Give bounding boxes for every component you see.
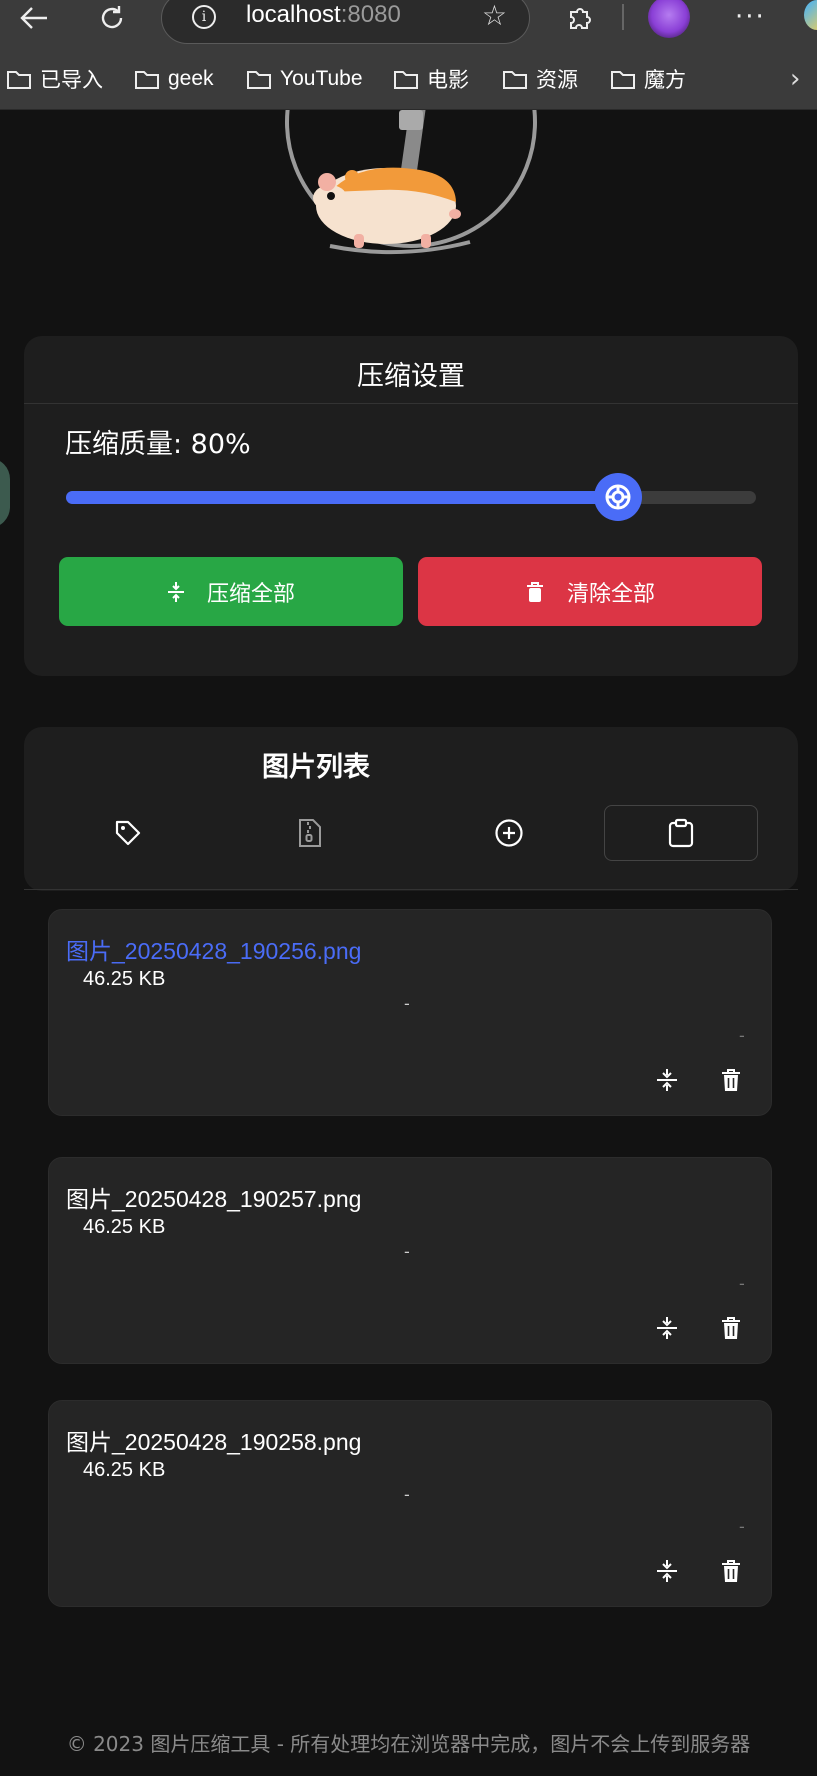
compression-ratio-placeholder: - bbox=[739, 1517, 745, 1536]
compress-icon bbox=[657, 1069, 677, 1091]
site-info-icon[interactable]: i bbox=[192, 5, 216, 29]
delete-item-button[interactable] bbox=[713, 1310, 749, 1346]
bookmark-folder[interactable]: 电影 bbox=[393, 64, 469, 94]
compress-item-button[interactable] bbox=[649, 1062, 685, 1098]
lifebuoy-icon bbox=[605, 484, 631, 510]
bookmark-folder[interactable]: 魔方 bbox=[610, 64, 686, 94]
toolbar-divider bbox=[622, 4, 624, 30]
compress-item-button[interactable] bbox=[649, 1553, 685, 1589]
compression-settings-card: 压缩设置 压缩质量: 80% 压缩全部 清除全部 bbox=[24, 336, 798, 676]
browser-toolbar: i localhost:8080 ☆ ··· bbox=[0, 0, 817, 48]
compress-icon bbox=[657, 1317, 677, 1339]
compress-all-button[interactable]: 压缩全部 bbox=[59, 557, 403, 626]
compressed-size-placeholder: - bbox=[404, 1485, 410, 1504]
clipboard-icon bbox=[668, 818, 694, 848]
delete-item-button[interactable] bbox=[713, 1062, 749, 1098]
address-bar[interactable]: i localhost:8080 ☆ bbox=[161, 0, 530, 44]
tag-button[interactable] bbox=[51, 805, 205, 861]
bookmark-label: 资源 bbox=[536, 69, 578, 92]
image-item[interactable]: 图片_20250428_190258.png 46.25 KB - - bbox=[48, 1400, 772, 1607]
url-port: :8080 bbox=[340, 1, 401, 28]
clipboard-paste-button[interactable] bbox=[604, 805, 758, 861]
clear-all-label: 清除全部 bbox=[566, 581, 655, 607]
tag-icon bbox=[115, 820, 141, 846]
compress-icon bbox=[657, 1560, 677, 1582]
compress-icon bbox=[167, 581, 184, 602]
url-host: localhost bbox=[246, 1, 341, 28]
image-item[interactable]: 图片_20250428_190257.png 46.25 KB - - bbox=[48, 1157, 772, 1364]
compress-all-label: 压缩全部 bbox=[206, 581, 295, 607]
image-item[interactable]: 图片_20250428_190256.png 46.25 KB - - bbox=[48, 909, 772, 1116]
folder-icon bbox=[394, 71, 418, 89]
list-header-divider bbox=[24, 889, 798, 890]
zip-file-icon bbox=[299, 819, 321, 847]
trash-icon bbox=[722, 1560, 740, 1582]
url-text[interactable]: localhost:8080 bbox=[246, 1, 401, 29]
trash-icon bbox=[722, 1317, 740, 1339]
download-zip-button[interactable] bbox=[233, 805, 387, 861]
settings-title: 压缩设置 bbox=[357, 361, 465, 392]
folder-icon bbox=[135, 71, 159, 89]
reload-icon bbox=[101, 6, 123, 29]
settings-header: 压缩设置 bbox=[24, 336, 798, 404]
compressed-size-placeholder: - bbox=[404, 994, 410, 1013]
image-file-name[interactable]: 图片_20250428_190257.png bbox=[66, 1180, 361, 1214]
image-file-name[interactable]: 图片_20250428_190258.png bbox=[66, 1423, 361, 1457]
floating-side-button[interactable] bbox=[0, 458, 10, 528]
compression-ratio-placeholder: - bbox=[739, 1274, 745, 1293]
delete-item-button[interactable] bbox=[713, 1553, 749, 1589]
bookmark-folder[interactable]: YouTube bbox=[246, 64, 363, 94]
folder-icon bbox=[503, 71, 527, 89]
image-file-name[interactable]: 图片_20250428_190256.png bbox=[66, 932, 361, 966]
compress-item-button[interactable] bbox=[649, 1310, 685, 1346]
image-list-card: 图片列表 bbox=[24, 727, 798, 891]
image-list-title: 图片列表 bbox=[262, 752, 370, 783]
quality-slider-fill bbox=[66, 491, 618, 504]
add-circle-icon bbox=[495, 819, 523, 847]
quality-label: 压缩质量: 80% bbox=[65, 429, 251, 460]
bookmark-folder[interactable]: geek bbox=[134, 64, 214, 94]
folder-icon bbox=[247, 71, 271, 89]
folder-icon bbox=[611, 71, 635, 89]
back-arrow-icon bbox=[20, 7, 47, 29]
image-file-size: 46.25 KB bbox=[83, 968, 166, 990]
more-menu-icon[interactable]: ··· bbox=[735, 2, 766, 32]
quality-slider[interactable] bbox=[66, 473, 756, 521]
bookmark-label: geek bbox=[168, 67, 214, 90]
extensions-button[interactable] bbox=[560, 0, 600, 36]
compression-ratio-placeholder: - bbox=[739, 1026, 745, 1045]
copilot-icon[interactable] bbox=[804, 0, 817, 30]
bookmark-label: 已导入 bbox=[40, 69, 103, 92]
bookmark-folder[interactable]: 已导入 bbox=[6, 64, 103, 94]
clear-all-button[interactable]: 清除全部 bbox=[418, 557, 762, 626]
chevron-right-icon[interactable]: › bbox=[790, 64, 800, 94]
bookmark-label: 电影 bbox=[427, 69, 469, 92]
image-file-size: 46.25 KB bbox=[83, 1216, 166, 1238]
hamster-wheel-illustration bbox=[0, 110, 817, 260]
bookmark-label: YouTube bbox=[280, 67, 363, 90]
trash-icon bbox=[722, 1069, 740, 1091]
puzzle-icon bbox=[570, 8, 591, 29]
compressed-size-placeholder: - bbox=[404, 1242, 410, 1261]
bookmark-label: 魔方 bbox=[644, 69, 686, 92]
bookmark-folder[interactable]: 资源 bbox=[502, 64, 578, 94]
trash-icon bbox=[526, 581, 543, 602]
folder-icon bbox=[7, 71, 31, 89]
footer-text: © 2023 图片压缩工具 - 所有处理均在浏览器中完成，图片不会上传到服务器 bbox=[66, 1732, 751, 1756]
image-file-size: 46.25 KB bbox=[83, 1459, 166, 1481]
bookmarks-bar: 已导入 geek YouTube 电影 资源 魔方 › bbox=[0, 48, 817, 110]
reload-button[interactable] bbox=[92, 0, 132, 36]
quality-slider-thumb[interactable] bbox=[594, 473, 642, 521]
add-image-button[interactable] bbox=[432, 805, 586, 861]
bookmark-star-icon[interactable]: ☆ bbox=[482, 0, 507, 32]
back-button[interactable] bbox=[14, 0, 54, 36]
profile-avatar[interactable] bbox=[648, 0, 690, 38]
